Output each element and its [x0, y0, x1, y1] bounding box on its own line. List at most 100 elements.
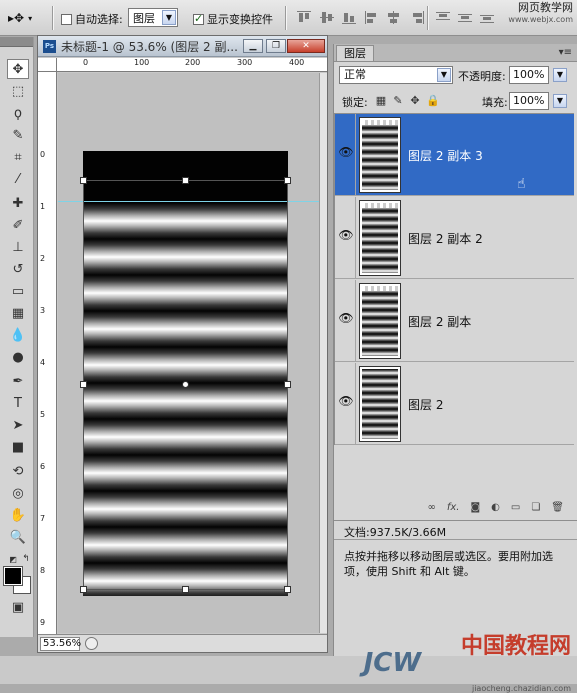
document-title-bar[interactable]: Ps 未标题-1 @ 53.6% (图层 2 副... ▁ ❐ ✕: [38, 36, 327, 57]
visibility-eye-icon[interactable]: 👁: [338, 393, 354, 409]
auto-select-check[interactable]: [61, 13, 72, 25]
link-layers-icon[interactable]: ∞: [427, 502, 435, 516]
tab-layers[interactable]: 图层: [336, 45, 374, 61]
shape-tool-icon[interactable]: ■: [7, 437, 29, 457]
zoom-tool-icon[interactable]: 🔍: [7, 527, 29, 547]
zoom-field[interactable]: 53.56%: [40, 636, 81, 651]
panel-menu-icon[interactable]: ▾≡: [559, 47, 572, 58]
fill-field[interactable]: 100%: [509, 92, 549, 110]
vertical-ruler[interactable]: 0 1 2 3 4 5 6 7 8 9: [38, 72, 57, 634]
layer-name[interactable]: 图层 2: [408, 396, 443, 413]
visibility-eye-icon[interactable]: 👁: [338, 144, 354, 160]
minimize-button[interactable]: ▁: [243, 39, 263, 53]
auto-select-target-value: 图层: [133, 11, 155, 25]
blur-tool-icon[interactable]: 💧: [7, 325, 29, 345]
layer-style-icon[interactable]: fx.: [447, 502, 460, 516]
history-brush-tool-icon[interactable]: ↺: [7, 259, 29, 279]
align-vcenter-icon[interactable]: [320, 11, 334, 24]
auto-select-target-dropdown[interactable]: 图层 ▼: [128, 8, 178, 27]
adjustment-layer-icon[interactable]: ◐: [491, 502, 500, 516]
photoshop-icon: Ps: [43, 39, 56, 53]
auto-select-checkbox[interactable]: 自动选择:: [61, 11, 123, 27]
path-select-tool-icon[interactable]: ➤: [7, 415, 29, 435]
help-text: 点按并拖移以移动图层或选区。要用附加选项，使用 Shift 和 Alt 键。: [344, 550, 553, 578]
layer-row[interactable]: 👁 图层 2 副本 2: [335, 197, 574, 279]
layer-name[interactable]: 图层 2 副本 2: [408, 230, 483, 247]
transform-handle-top-left[interactable]: [80, 177, 87, 184]
tool-preset-picker[interactable]: ▸✥ ▾: [8, 9, 46, 27]
crop-tool-icon[interactable]: ⌗: [7, 147, 29, 167]
marquee-tool-icon[interactable]: ⬚: [7, 81, 29, 101]
lasso-tool-icon[interactable]: ϙ: [7, 103, 29, 123]
transform-handle-right[interactable]: [284, 381, 291, 388]
hand-tool-icon[interactable]: ✋: [7, 505, 29, 525]
foreground-color-swatch[interactable]: [3, 566, 23, 586]
3d-rotate-tool-icon[interactable]: ⟲: [7, 461, 29, 481]
chevron-down-icon[interactable]: ▼: [162, 10, 176, 25]
transform-handle-bottom[interactable]: [182, 586, 189, 593]
transform-handle-bottom-left[interactable]: [80, 586, 87, 593]
quick-select-tool-icon[interactable]: ✎: [7, 125, 29, 145]
visibility-eye-icon[interactable]: 👁: [338, 310, 354, 326]
layer-row[interactable]: 👁 图层 2 副本 3 ☝: [335, 114, 574, 196]
delete-layer-icon[interactable]: 🗑: [551, 502, 564, 516]
layer-row[interactable]: 👁 图层 2: [335, 363, 574, 445]
distribute-vcenter-icon[interactable]: [458, 11, 472, 24]
ruler-label: 6: [40, 462, 46, 471]
align-bottom-icon[interactable]: [342, 11, 356, 24]
status-info-icon[interactable]: [85, 637, 98, 650]
gradient-tool-icon[interactable]: ▦: [7, 303, 29, 323]
distribute-bottom-icon[interactable]: [480, 11, 494, 24]
healing-brush-tool-icon[interactable]: ✚: [7, 193, 29, 213]
align-hcenter-icon[interactable]: [387, 11, 401, 24]
toolbox-grip[interactable]: [0, 37, 33, 47]
eraser-tool-icon[interactable]: ▭: [7, 281, 29, 301]
lock-all-icon[interactable]: 🔒: [426, 95, 440, 107]
eyedropper-tool-icon[interactable]: ⁄: [7, 169, 29, 189]
horizontal-ruler[interactable]: 0 100 200 300 400: [57, 58, 327, 72]
fill-slider-toggle-icon[interactable]: ▼: [553, 94, 567, 108]
align-top-icon[interactable]: [297, 11, 311, 24]
lock-position-icon[interactable]: ✥: [409, 95, 421, 107]
clone-stamp-tool-icon[interactable]: ⊥: [7, 237, 29, 257]
vertical-scrollbar[interactable]: [319, 73, 327, 633]
visibility-eye-icon[interactable]: 👁: [338, 227, 354, 243]
close-button[interactable]: ✕: [287, 39, 325, 53]
show-transform-check[interactable]: [193, 12, 204, 25]
lock-pixels-icon[interactable]: ✎: [392, 95, 404, 107]
chevron-down-icon[interactable]: ▼: [437, 68, 451, 82]
layer-name[interactable]: 图层 2 副本 3: [408, 147, 483, 164]
pen-tool-icon[interactable]: ✒: [7, 371, 29, 391]
opacity-slider-toggle-icon[interactable]: ▼: [553, 68, 567, 82]
transform-handle-top[interactable]: [182, 177, 189, 184]
transform-handle-top-right[interactable]: [284, 177, 291, 184]
restore-button[interactable]: ❐: [266, 39, 286, 53]
layer-row[interactable]: 👁 图层 2 副本: [335, 280, 574, 362]
swap-colors-icon[interactable]: ↰: [15, 549, 37, 569]
opacity-field[interactable]: 100%: [509, 66, 549, 84]
blend-mode-dropdown[interactable]: 正常 ▼: [339, 66, 453, 84]
dodge-tool-icon[interactable]: ●: [7, 347, 29, 367]
transform-handle-left[interactable]: [80, 381, 87, 388]
distribute-top-icon[interactable]: [436, 11, 450, 24]
transform-center-point[interactable]: [182, 381, 189, 388]
brush-tool-icon[interactable]: ✐: [7, 215, 29, 235]
layer-name[interactable]: 图层 2 副本: [408, 313, 471, 330]
ruler-label: 200: [185, 58, 201, 67]
lock-transparency-icon[interactable]: ▦: [375, 95, 387, 107]
type-tool-icon[interactable]: T: [7, 393, 29, 413]
quick-mask-icon[interactable]: ▣: [7, 597, 29, 617]
ruler-origin[interactable]: [38, 58, 57, 72]
3d-orbit-tool-icon[interactable]: ◎: [7, 483, 29, 503]
move-tool-icon[interactable]: ✥: [7, 59, 29, 79]
transform-bounding-box[interactable]: [80, 177, 291, 593]
show-transform-checkbox[interactable]: 显示变换控件: [193, 11, 273, 27]
new-layer-icon[interactable]: ❏: [531, 502, 540, 516]
align-left-icon[interactable]: [365, 11, 379, 24]
transform-handle-bottom-right[interactable]: [284, 586, 291, 593]
add-mask-icon[interactable]: ◙: [470, 502, 480, 516]
align-right-icon[interactable]: [410, 11, 424, 24]
layer-thumbnail: [359, 117, 401, 193]
canvas-area[interactable]: [58, 73, 320, 633]
new-group-icon[interactable]: ▭: [511, 502, 520, 516]
